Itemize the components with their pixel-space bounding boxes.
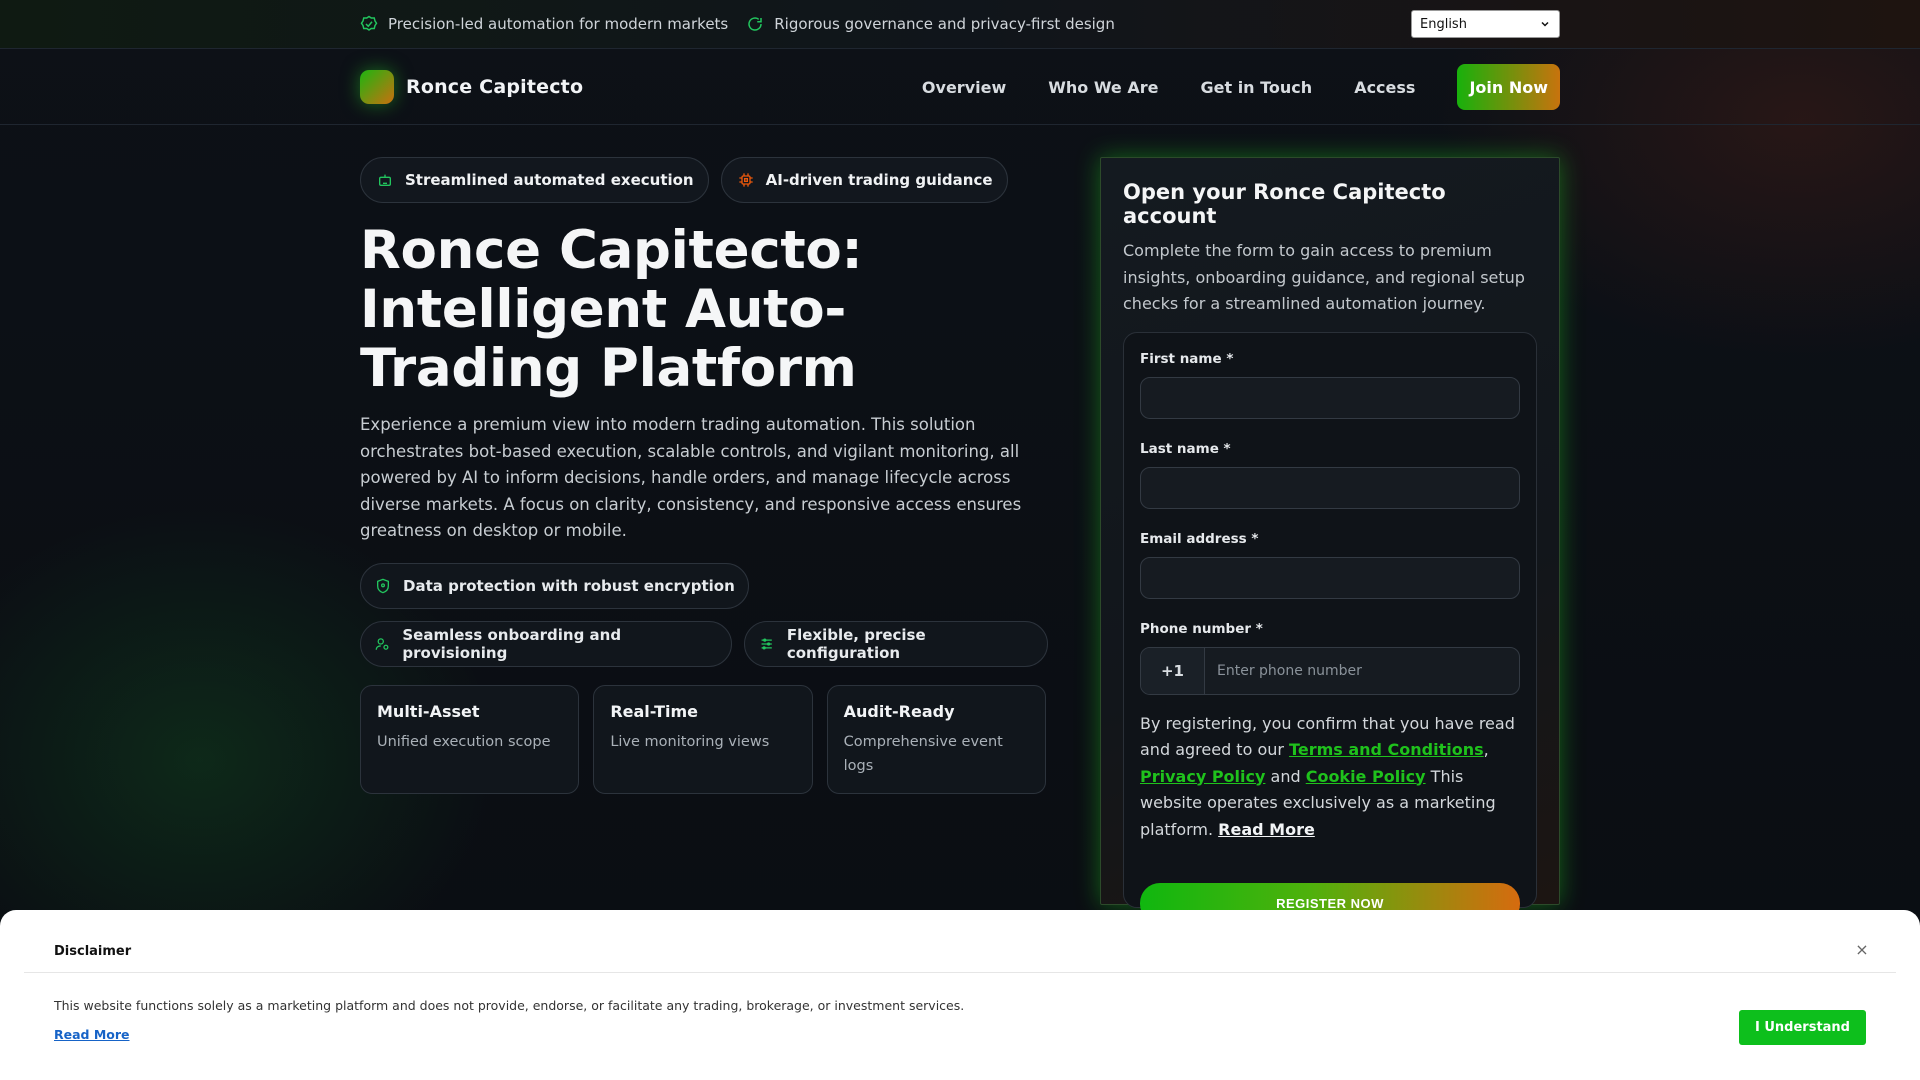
last-name-input[interactable] — [1140, 466, 1520, 509]
phone-input[interactable]: Enter phone number — [1205, 648, 1362, 694]
consent-text: By registering, you confirm that you hav… — [1140, 711, 1520, 844]
chip-ai-guidance: AI-driven trading guidance — [720, 157, 1008, 203]
card-multi-asset: Multi-Asset Unified execution scope — [360, 684, 580, 794]
phone-field: +1 Enter phone number — [1140, 646, 1520, 695]
brand-name[interactable]: Ronce Capitecto — [406, 76, 583, 98]
email-label: Email address * — [1140, 530, 1259, 547]
first-name-label: First name * — [1140, 350, 1234, 367]
country-code-select[interactable]: +1 — [1141, 647, 1205, 694]
feature-configuration: Flexible, precise configuration — [744, 620, 1048, 667]
refresh-icon — [748, 17, 763, 31]
nav-link-get-in-touch[interactable]: Get in Touch — [1200, 78, 1312, 97]
disclaimer-banner: Disclaimer × This website functions sole… — [0, 910, 1920, 1080]
shield-icon — [377, 578, 389, 593]
terms-link[interactable]: Terms and Conditions — [1289, 740, 1484, 759]
cookie-link[interactable]: Cookie Policy — [1306, 767, 1426, 786]
form-description: Complete the form to gain access to prem… — [1123, 241, 1525, 313]
feature-text: Seamless onboarding and provisioning — [402, 625, 622, 662]
chip-automated-execution: Streamlined automated execution — [360, 157, 709, 203]
consent-comma: , — [1483, 740, 1489, 759]
logo-icon[interactable] — [360, 70, 394, 104]
card-title: Real-Time — [610, 701, 698, 721]
nav-link-who-we-are[interactable]: Who We Are — [1048, 78, 1158, 97]
chip-text: Streamlined automated execution — [405, 171, 694, 189]
join-now-button[interactable]: Join Now — [1457, 64, 1560, 110]
phone-label: Phone number * — [1140, 620, 1263, 637]
language-value: English — [1420, 16, 1467, 32]
card-title: Audit-Ready — [843, 701, 955, 721]
topbar-item-governance: Rigorous governance and privacy-first de… — [746, 15, 1115, 33]
chevron-down-icon — [1541, 21, 1549, 27]
page-title: Ronce Capitecto: Intelligent Auto-Tradin… — [360, 220, 863, 399]
feature-row: Seamless onboarding and provisioning Fle… — [360, 620, 1060, 667]
cpu-icon — [738, 173, 753, 187]
registration-form: First name * Last name * Email address *… — [1123, 331, 1537, 924]
consent-and: and — [1265, 766, 1306, 786]
feature-text: Flexible, precise configuration — [786, 625, 926, 662]
hero-description: Experience a premium view into modern tr… — [360, 415, 1022, 540]
feature-onboarding: Seamless onboarding and provisioning — [360, 620, 733, 667]
registration-panel: Open your Ronce Capitecto account Comple… — [1100, 157, 1560, 924]
disclaimer-text: This website functions solely as a marke… — [54, 998, 965, 1013]
hero-chips: Streamlined automated execution AI-drive… — [360, 157, 1060, 203]
topbar-item-automation: Precision-led automation for modern mark… — [360, 15, 728, 33]
first-name-input[interactable] — [1140, 376, 1520, 419]
chip-text: AI-driven trading guidance — [765, 171, 993, 189]
card-audit-ready: Audit-Ready Comprehensive event logs — [826, 684, 1046, 794]
nav-link-overview[interactable]: Overview — [922, 78, 1006, 97]
feature-text: Data protection with robust encryption — [403, 576, 735, 595]
card-real-time: Real-Time Live monitoring views — [593, 684, 813, 794]
email-input[interactable] — [1140, 556, 1520, 599]
i-understand-button[interactable]: I Understand — [1739, 1010, 1866, 1045]
shield-check-icon — [360, 15, 378, 31]
card-subtitle: Live monitoring views — [610, 733, 770, 750]
nav-links: Overview Who We Are Get in Touch Access … — [880, 64, 1560, 110]
sliders-icon — [762, 638, 773, 649]
read-more-link[interactable]: Read More — [1218, 820, 1315, 839]
user-cog-icon — [375, 637, 389, 650]
card-subtitle: Comprehensive event logs — [843, 733, 1003, 774]
divider — [24, 972, 1896, 973]
last-name-label: Last name * — [1140, 440, 1231, 457]
stat-cards: Multi-Asset Unified execution scope Real… — [360, 684, 1060, 794]
top-announcement-bar: Precision-led automation for modern mark… — [0, 0, 1920, 49]
language-select[interactable]: English — [1411, 10, 1560, 38]
topbar-text: Precision-led automation for modern mark… — [388, 15, 729, 33]
disclaimer-title: Disclaimer — [54, 944, 132, 959]
feature-data-protection: Data protection with robust encryption — [360, 562, 749, 609]
privacy-link[interactable]: Privacy Policy — [1140, 767, 1265, 786]
robot-icon — [379, 174, 391, 186]
main-navigation: Ronce Capitecto Overview Who We Are Get … — [0, 49, 1920, 125]
card-subtitle: Unified execution scope — [377, 733, 551, 750]
card-title: Multi-Asset — [377, 701, 480, 721]
feature-row: Data protection with robust encryption — [360, 562, 1060, 609]
form-title: Open your Ronce Capitecto account — [1123, 180, 1446, 228]
topbar-text: Rigorous governance and privacy-first de… — [774, 15, 1115, 33]
disclaimer-read-more-link[interactable]: Read More — [54, 1027, 130, 1042]
hero-section: Streamlined automated execution AI-drive… — [360, 157, 1060, 794]
nav-link-access[interactable]: Access — [1354, 78, 1415, 97]
close-icon[interactable]: × — [1852, 940, 1872, 960]
